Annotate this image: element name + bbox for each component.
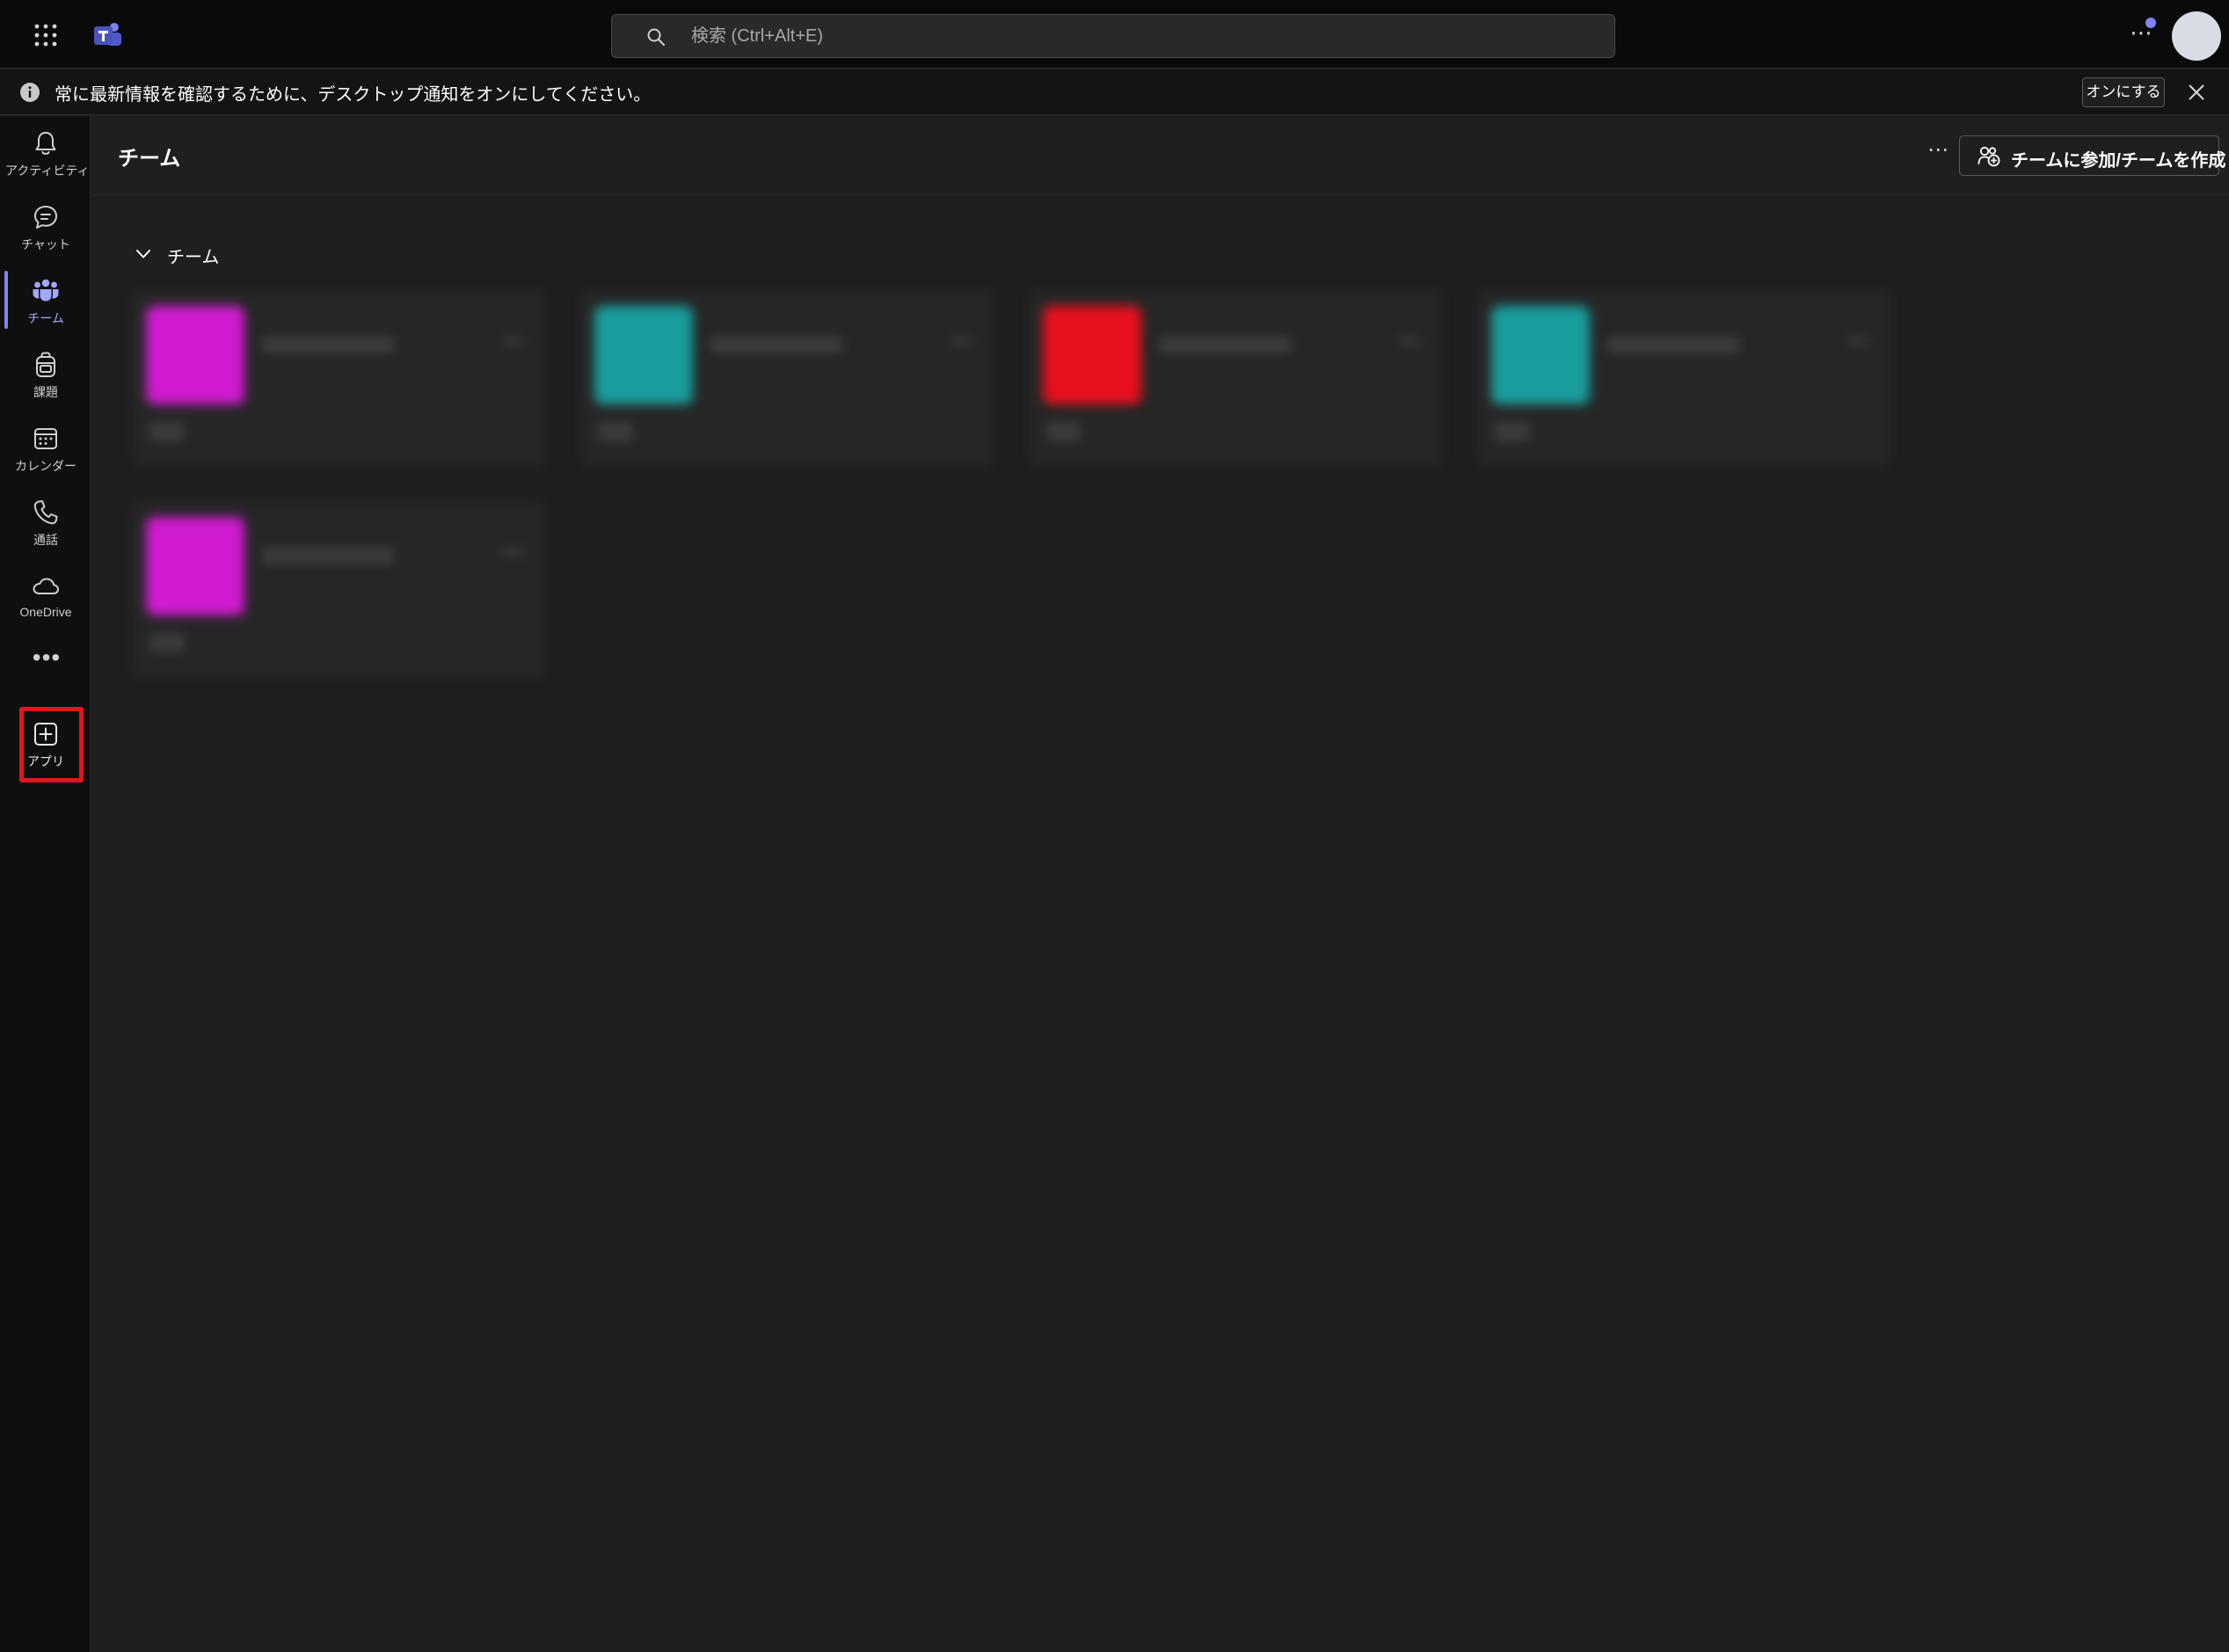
- main-header: チーム ⋯ チームに参加/チームを作成: [91, 116, 2229, 195]
- team-tile: [1491, 306, 1590, 404]
- cloud-icon: [33, 578, 59, 594]
- team-card[interactable]: [580, 290, 994, 466]
- teams-section-label: チーム: [167, 248, 220, 267]
- phone-icon: [33, 500, 58, 525]
- rail-item-label: チャット: [21, 237, 70, 251]
- search-icon: [647, 28, 665, 46]
- team-more-placeholder: [950, 336, 972, 346]
- notification-message: 常に最新情報を確認するために、デスクトップ通知をオンにしてください。: [55, 85, 652, 105]
- rail-item-assignments[interactable]: 課題: [5, 345, 86, 415]
- rail-item-teams[interactable]: チーム: [5, 271, 86, 341]
- rail-item-label: チーム: [27, 311, 64, 325]
- team-name-placeholder: [262, 336, 394, 353]
- rail-item-chat[interactable]: チャット: [5, 197, 86, 267]
- team-badge-placeholder: [149, 422, 185, 441]
- add-people-icon: [1978, 146, 2000, 167]
- backpack-icon: [36, 352, 55, 377]
- rail-item-label: カレンダー: [15, 459, 76, 473]
- team-card[interactable]: [1029, 290, 1442, 466]
- chat-icon: [34, 206, 57, 229]
- team-tile: [146, 306, 244, 404]
- app-launcher-icon[interactable]: [33, 23, 58, 47]
- rail-item-activity[interactable]: アクティビティ: [5, 123, 90, 193]
- avatar[interactable]: [2172, 11, 2221, 61]
- team-tile: [1043, 306, 1141, 404]
- rail-item-calendar[interactable]: カレンダー: [5, 418, 86, 489]
- teams-logo-icon: [94, 23, 121, 46]
- info-icon: [20, 83, 40, 102]
- join-or-create-team-button[interactable]: チームに参加/チームを作成: [1959, 135, 2225, 176]
- notification-banner: 常に最新情報を確認するために、デスクトップ通知をオンにしてください。 オンにする: [0, 69, 2229, 115]
- team-more-placeholder: [1847, 336, 1869, 346]
- team-badge-placeholder: [1495, 422, 1530, 441]
- teams-app-window: ⋯ 常に最新情報を確認するために、デスクトップ通知をオンにしてください。 オンに…: [0, 0, 2229, 1652]
- rail-item-label: 通話: [33, 533, 58, 547]
- app-rail: アクティビティ チャット チーム 課題 カレンダー 通話 OneDrive ••…: [0, 116, 91, 1652]
- rail-item-label: OneDrive: [19, 605, 72, 619]
- chevron-down-icon: [136, 250, 150, 258]
- rail-item-label: 課題: [33, 385, 58, 399]
- team-tile: [594, 306, 693, 404]
- team-card[interactable]: [132, 501, 545, 677]
- apps-highlight-box: [19, 707, 84, 782]
- team-badge-placeholder: [598, 422, 633, 441]
- team-name-placeholder: [710, 336, 842, 353]
- more-apps-icon[interactable]: •••: [26, 645, 67, 675]
- team-card[interactable]: [1477, 290, 1890, 466]
- team-tile: [146, 517, 244, 615]
- join-or-create-team-label: チームに参加/チームを作成: [2011, 151, 2226, 171]
- teams-icon: [33, 279, 59, 302]
- rail-item-label: アクティビティ: [5, 164, 90, 178]
- close-icon[interactable]: [2186, 82, 2207, 103]
- team-badge-placeholder: [149, 633, 185, 652]
- header-more-icon[interactable]: ⋯: [1920, 137, 1956, 169]
- teams-main-pane: チーム ⋯ チームに参加/チームを作成 チーム: [91, 116, 2229, 1652]
- notification-dot: [2145, 18, 2156, 28]
- team-badge-placeholder: [1046, 422, 1082, 441]
- team-more-placeholder: [501, 336, 524, 346]
- team-card[interactable]: [132, 290, 545, 466]
- team-more-placeholder: [501, 547, 524, 557]
- rail-item-onedrive[interactable]: OneDrive: [5, 566, 86, 637]
- team-more-placeholder: [1398, 336, 1421, 346]
- team-name-placeholder: [262, 547, 394, 564]
- page-title: チーム: [118, 147, 181, 171]
- bell-icon: [35, 132, 56, 155]
- team-name-placeholder: [1159, 336, 1291, 353]
- search-input[interactable]: [691, 15, 1570, 57]
- turn-on-notifications-button[interactable]: オンにする: [2082, 77, 2165, 107]
- search-box[interactable]: [611, 14, 1615, 58]
- calendar-icon: [34, 428, 57, 449]
- team-name-placeholder: [1607, 336, 1739, 353]
- rail-item-calls[interactable]: 通話: [5, 492, 86, 563]
- title-bar: ⋯: [0, 0, 2229, 69]
